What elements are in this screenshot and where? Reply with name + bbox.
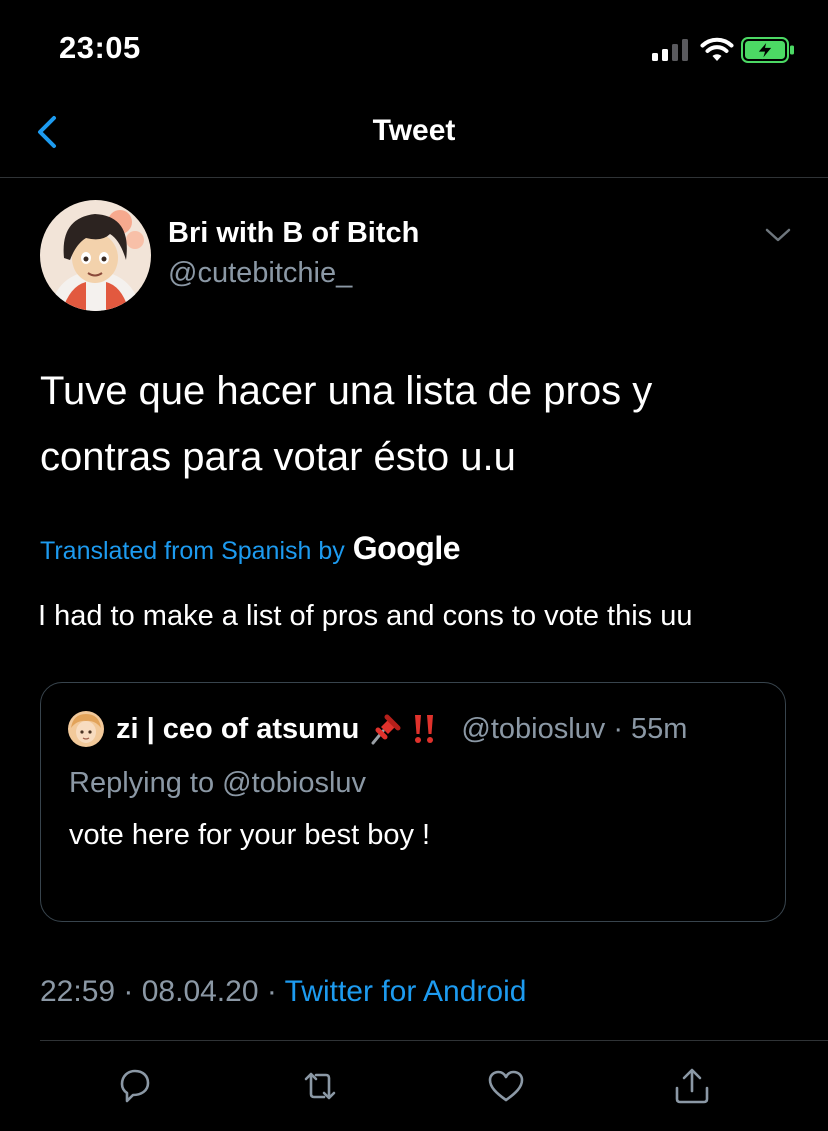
translated-text: I had to make a list of pros and cons to…: [38, 600, 693, 632]
like-icon: [488, 1070, 524, 1102]
pushpin-icon: [371, 714, 401, 745]
wifi-icon: [700, 37, 734, 61]
author-avatar[interactable]: [40, 200, 151, 311]
google-logo: Google: [352, 530, 461, 566]
quoted-avatar-illustration: [68, 711, 104, 747]
tweet-timestamp: 22:59 · 08.04.20 ·: [40, 975, 285, 1008]
tweet-source-link[interactable]: Twitter for Android: [285, 975, 527, 1008]
quoted-replying-to: Replying to @tobiosluv: [69, 767, 367, 799]
tweet-text: Tuve que hacer una lista de pros y contr…: [40, 358, 800, 490]
share-icon: [675, 1068, 709, 1104]
status-bar: 23:05: [0, 0, 828, 100]
quoted-tweet-text: vote here for your best boy !: [69, 819, 431, 851]
retweet-button[interactable]: [300, 1066, 340, 1106]
translated-label: Translated from Spanish by: [40, 537, 345, 565]
quoted-author-avatar: [68, 711, 104, 747]
reply-icon: [120, 1069, 150, 1103]
author-handle[interactable]: @cutebitchie_: [168, 257, 352, 290]
battery-charging-icon: [741, 37, 794, 63]
tweet-meta: 22:59 · 08.04.20 · Twitter for Android: [40, 975, 526, 1009]
reply-button[interactable]: [114, 1066, 154, 1106]
quoted-tweet-header: zi | ceo of atsumu @tobiosluv · 55m: [68, 711, 687, 747]
tweet-text-line: Tuve que hacer una lista de pros y: [40, 369, 653, 413]
page-title: Tweet: [372, 114, 456, 147]
status-time: 23:05: [59, 30, 141, 65]
retweet-icon: [304, 1072, 336, 1100]
chevron-down-icon[interactable]: [764, 224, 792, 246]
nav-header: Tweet: [0, 100, 828, 178]
share-button[interactable]: [672, 1066, 712, 1106]
quoted-author-name: zi | ceo of atsumu: [116, 712, 360, 745]
avatar-illustration: [40, 200, 151, 311]
like-button[interactable]: [486, 1066, 526, 1106]
author-name[interactable]: Bri with B of Bitch: [168, 217, 419, 250]
tweet-text-line: contras para votar ésto u.u: [40, 435, 516, 479]
double-exclamation-icon: [415, 715, 434, 743]
quoted-tweet-card[interactable]: zi | ceo of atsumu @tobiosluv · 55m Repl…: [40, 682, 786, 922]
signal-icon: [652, 39, 688, 61]
quoted-author-handle: @tobiosluv · 55m: [461, 712, 688, 745]
translation-attribution[interactable]: Translated from Spanish by Google: [40, 530, 461, 567]
divider: [40, 1040, 828, 1041]
